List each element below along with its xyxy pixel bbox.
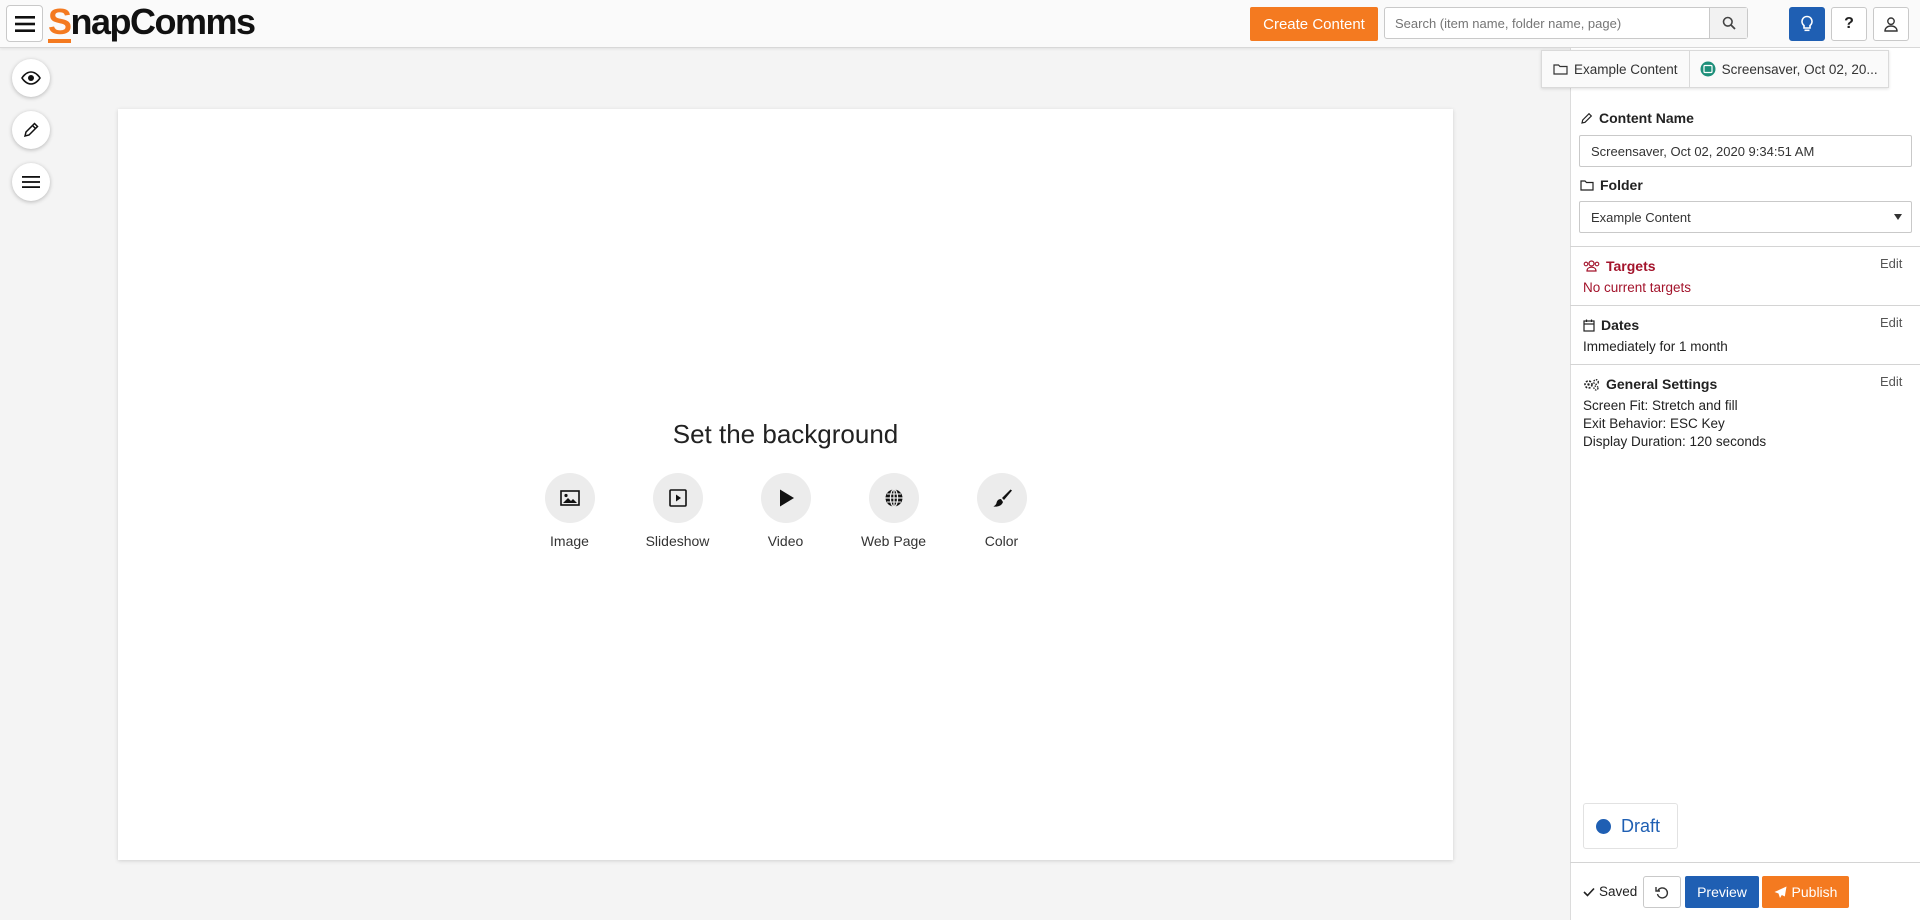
create-content-button[interactable]: Create Content: [1250, 7, 1378, 41]
check-icon: [1583, 887, 1595, 897]
background-option-video[interactable]: Video: [760, 473, 811, 549]
general-settings-line: Display Duration: 120 seconds: [1583, 434, 1767, 449]
set-background-title: Set the background: [672, 419, 899, 449]
lightbulb-icon: [1801, 15, 1813, 32]
dates-text: Immediately for 1 month: [1583, 339, 1728, 354]
user-button[interactable]: [1873, 7, 1909, 41]
publish-button[interactable]: Publish: [1762, 876, 1849, 908]
breadcrumb: Example Content Screensaver, Oct 02, 20.…: [1541, 50, 1889, 88]
screensaver-icon: [1700, 61, 1716, 77]
undo-icon: [1655, 887, 1669, 899]
content-canvas: Set the background Image Slideshow Video…: [118, 109, 1453, 860]
general-settings-line: Screen Fit: Stretch and fill: [1583, 398, 1738, 413]
targets-title: Targets: [1583, 258, 1656, 274]
background-option-color[interactable]: Color: [976, 473, 1027, 549]
folder-icon: [1580, 180, 1594, 191]
background-option-web-page[interactable]: Web Page: [861, 473, 926, 549]
undo-button[interactable]: [1643, 876, 1681, 908]
brush-icon: [993, 489, 1012, 507]
user-icon: [1884, 16, 1898, 32]
pencil-icon: [23, 122, 39, 138]
gears-icon: [1584, 378, 1599, 391]
dates-edit-link[interactable]: Edit: [1880, 315, 1902, 330]
folder-select[interactable]: Example Content: [1579, 201, 1912, 233]
list-view-button[interactable]: [12, 163, 50, 201]
help-button[interactable]: ?: [1831, 7, 1867, 41]
globe-icon: [885, 488, 902, 508]
play-icon: [779, 489, 794, 507]
folder-icon: [1553, 64, 1568, 75]
list-icon: [22, 176, 40, 188]
search-input[interactable]: [1385, 8, 1709, 38]
preview-button[interactable]: Preview: [1685, 876, 1759, 908]
top-bar: SnapComms Create Content ?: [0, 0, 1920, 48]
general-settings-line: Exit Behavior: ESC Key: [1583, 416, 1725, 431]
content-name-input[interactable]: Screensaver, Oct 02, 2020 9:34:51 AM: [1579, 135, 1912, 167]
edit-view-button[interactable]: [12, 111, 50, 149]
status-badge: Draft: [1583, 803, 1678, 849]
search-box: [1384, 7, 1748, 39]
status-dot-icon: [1596, 818, 1611, 834]
background-option-image[interactable]: Image: [544, 473, 595, 549]
ideas-button[interactable]: [1789, 7, 1825, 41]
search-icon: [1722, 16, 1736, 30]
snapcomms-logo[interactable]: SnapComms: [48, 2, 256, 43]
breadcrumb-folder[interactable]: Example Content: [1542, 51, 1690, 87]
users-icon: [1583, 260, 1600, 272]
image-icon: [559, 490, 580, 506]
dates-title: Dates: [1583, 317, 1639, 333]
background-options: Image Slideshow Video Web Page Color: [118, 473, 1453, 549]
slideshow-icon: [668, 489, 687, 507]
help-icon: ?: [1844, 15, 1854, 32]
saved-indicator: Saved: [1583, 884, 1637, 899]
calendar-icon: [1583, 319, 1595, 332]
folder-label: Folder: [1580, 177, 1643, 193]
content-name-label: Content Name: [1580, 110, 1694, 126]
breadcrumb-item[interactable]: Screensaver, Oct 02, 20...: [1690, 61, 1888, 77]
targets-text: No current targets: [1583, 280, 1692, 295]
general-settings-title: General Settings: [1583, 376, 1717, 392]
menu-button[interactable]: [6, 5, 43, 42]
preview-view-button[interactable]: [12, 59, 50, 97]
search-button[interactable]: [1709, 8, 1747, 38]
background-option-slideshow[interactable]: Slideshow: [646, 473, 709, 549]
paper-plane-icon: [1774, 886, 1787, 898]
pencil-icon: [1581, 112, 1593, 124]
eye-icon: [21, 71, 41, 85]
hamburger-icon: [14, 15, 35, 32]
targets-edit-link[interactable]: Edit: [1880, 256, 1902, 271]
general-settings-edit-link[interactable]: Edit: [1880, 374, 1902, 389]
chevron-down-icon: [1894, 214, 1902, 220]
